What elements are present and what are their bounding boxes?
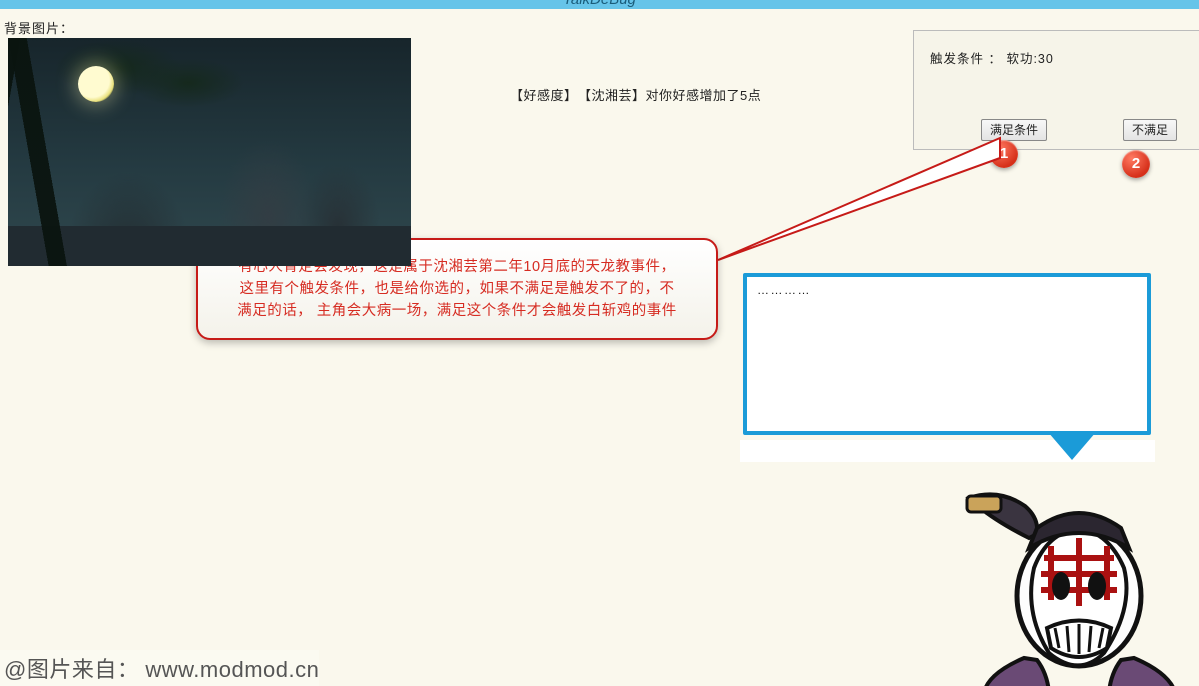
unsatisfy-condition-button[interactable]: 不满足 [1123, 119, 1177, 141]
dialog-tail-icon [1048, 432, 1096, 460]
callout-pointer-line [700, 130, 1020, 290]
dialog-text: ………… [757, 283, 1137, 297]
annotation-badge-2: 2 [1122, 150, 1150, 178]
annotation-badge-1: 1 [990, 140, 1018, 168]
trigger-condition-panel: 触发条件 ： 软功:30 满足条件 不满足 [913, 30, 1199, 150]
scene-moon [78, 66, 114, 102]
watermark-url: www.modmod.cn [145, 657, 319, 683]
dialog-speech-box[interactable]: ………… [743, 273, 1151, 435]
callout-line-3: 满足的话， 主角会大病一场，满足这个条件才会触发白斩鸡的事件 [220, 300, 694, 322]
callout-line-2: 这里有个触发条件，也是给你选的，如果不满足是触发不了的，不 [220, 278, 694, 300]
background-image-preview[interactable] [8, 38, 411, 266]
character-avatar [929, 478, 1195, 686]
satisfy-condition-button[interactable]: 满足条件 [981, 119, 1047, 141]
background-image-label: 背景图片： [4, 18, 74, 37]
title-bar: TalkDeBug [0, 0, 1199, 9]
watermark-prefix: @图片来自： [4, 652, 139, 684]
image-source-watermark: @图片来自： www.modmod.cn [0, 650, 319, 686]
affection-notice-text: 【好感度】 【沈湘芸】对你好感增加了5点 [510, 85, 761, 104]
scene-tree [8, 38, 268, 266]
trigger-condition-text: 触发条件 ： 软功:30 [930, 48, 1054, 67]
